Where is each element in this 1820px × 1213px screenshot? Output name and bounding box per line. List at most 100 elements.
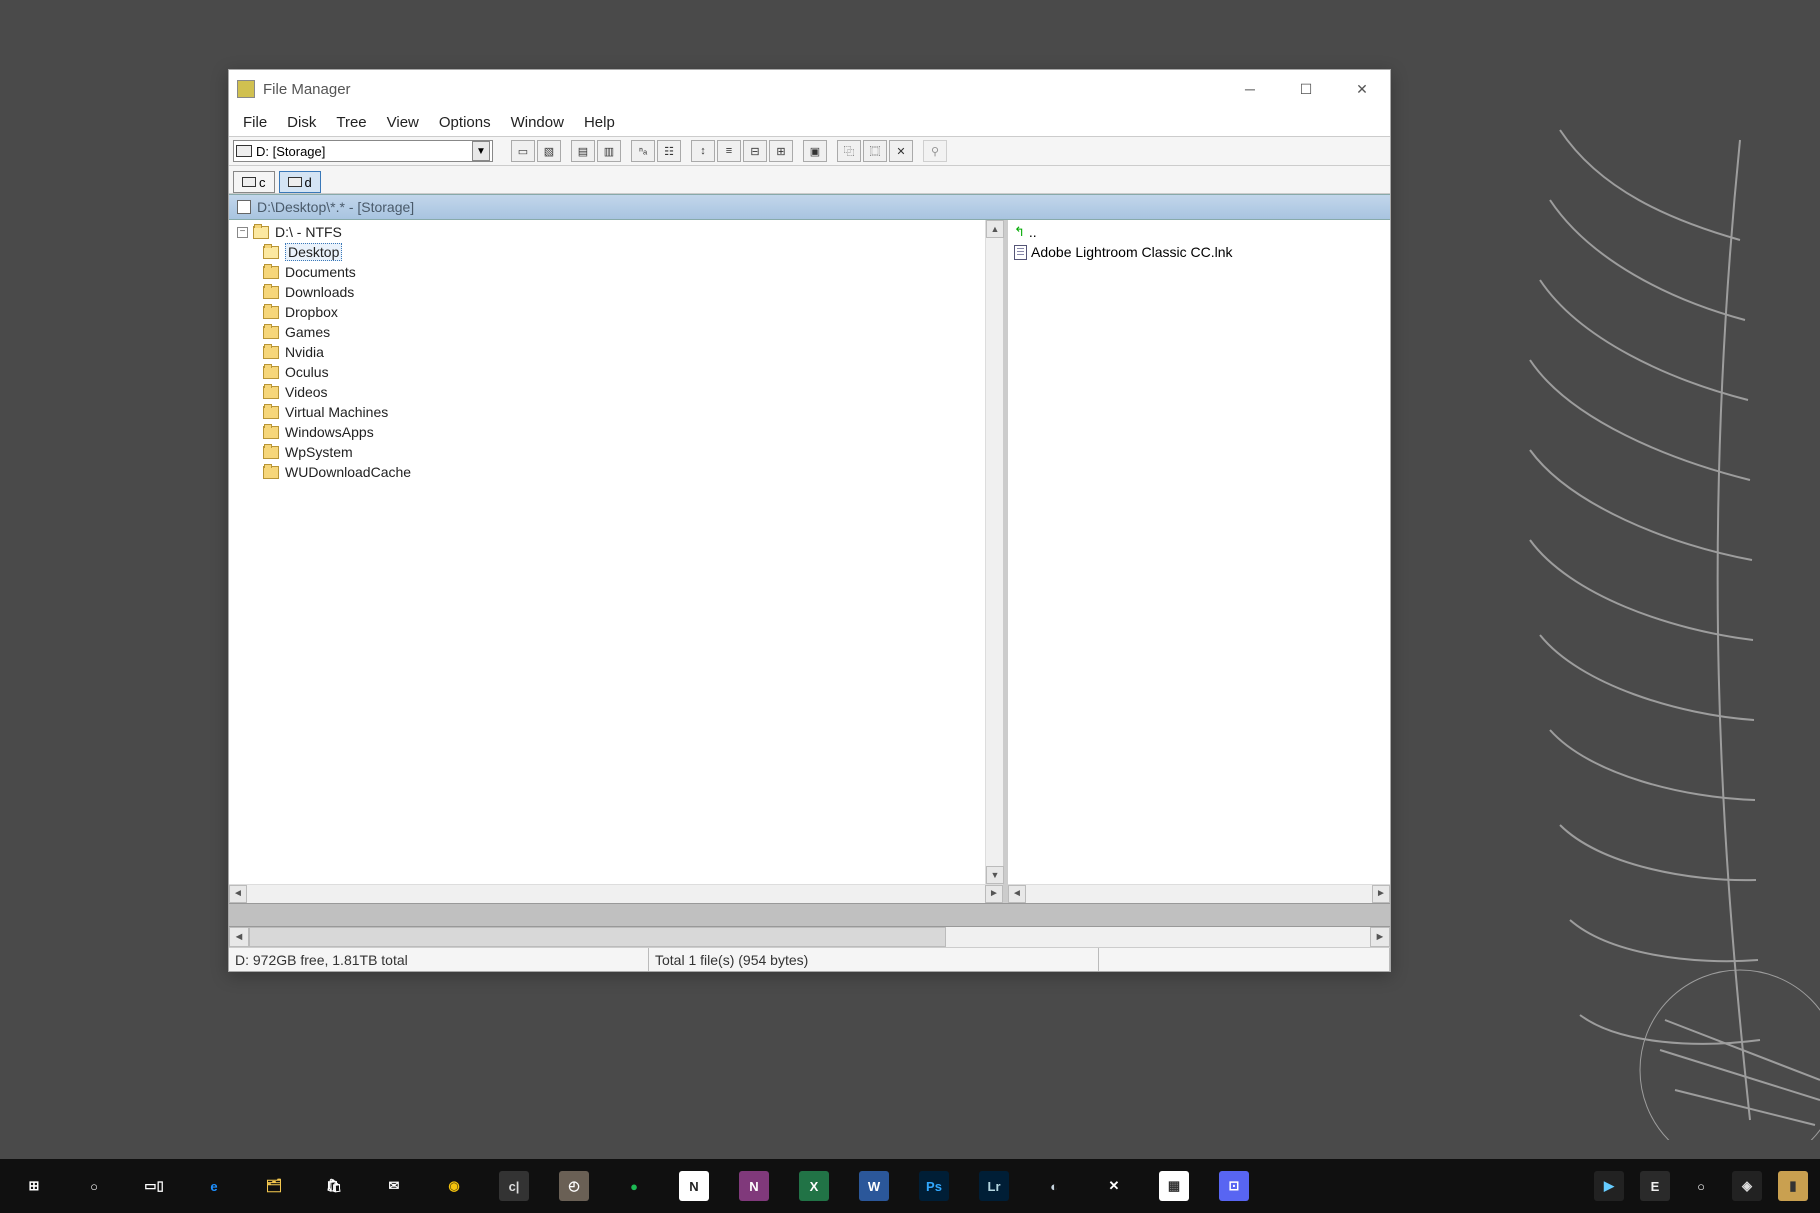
tree-vertical-scrollbar[interactable]: ▲ ▼ xyxy=(985,220,1003,884)
folder-icon xyxy=(263,366,279,379)
drive-icon xyxy=(288,177,302,187)
taskbar-onenote[interactable]: N xyxy=(724,1159,784,1213)
drive-tab-c[interactable]: c xyxy=(233,171,275,193)
taskbar-excel[interactable]: X xyxy=(784,1159,844,1213)
tool-btn-1[interactable]: ▭ xyxy=(511,140,535,162)
drive-tab-d[interactable]: d xyxy=(279,171,321,193)
taskbar-explorer[interactable]: 🗂 xyxy=(244,1159,304,1213)
menu-file[interactable]: File xyxy=(233,112,277,133)
taskbar-n-app[interactable]: N xyxy=(664,1159,724,1213)
taskbar-xbox[interactable]: ✕ xyxy=(1084,1159,1144,1213)
menu-options[interactable]: Options xyxy=(429,112,501,133)
close-button[interactable]: ✕ xyxy=(1334,70,1390,108)
tool-sort-2[interactable]: ≡ xyxy=(717,140,741,162)
taskbar-cortana[interactable]: ○ xyxy=(64,1159,124,1213)
tool-delete[interactable]: ✕ xyxy=(889,140,913,162)
tree-item[interactable]: Videos xyxy=(233,382,981,402)
file-list[interactable]: ↰ .. Adobe Lightroom Classic CC.lnk xyxy=(1008,220,1390,884)
tree-item-label: Videos xyxy=(285,384,328,400)
tree-item[interactable]: Games xyxy=(233,322,981,342)
taskbar-oculus[interactable]: ○ xyxy=(1678,1159,1724,1213)
tool-btn-4[interactable]: ▥ xyxy=(597,140,621,162)
file-up-item[interactable]: ↰ .. xyxy=(1014,222,1384,242)
tree-item[interactable]: WUDownloadCache xyxy=(233,462,981,482)
file-horizontal-scrollbar[interactable]: ◄ ► xyxy=(1008,884,1390,902)
minimize-button[interactable]: ─ xyxy=(1222,70,1278,108)
taskview-icon: ▭▯ xyxy=(139,1171,169,1201)
taskbar-sonos[interactable]: ▦ xyxy=(1144,1159,1204,1213)
tree-item[interactable]: Nvidia xyxy=(233,342,981,362)
scroll-down-icon[interactable]: ▼ xyxy=(986,866,1004,884)
start-icon: ⊞ xyxy=(19,1171,49,1201)
taskbar-steam[interactable]: ◐ xyxy=(1024,1159,1084,1213)
tool-sort-3[interactable]: ⊟ xyxy=(743,140,767,162)
taskbar-taskview[interactable]: ▭▯ xyxy=(124,1159,184,1213)
menu-window[interactable]: Window xyxy=(501,112,574,133)
tree-item[interactable]: WpSystem xyxy=(233,442,981,462)
maximize-button[interactable]: ☐ xyxy=(1278,70,1334,108)
combo-dropdown-arrow[interactable]: ▼ xyxy=(472,141,490,161)
taskbar-origin[interactable]: ▶ xyxy=(1586,1159,1632,1213)
tree-body[interactable]: − D:\ - NTFS DesktopDocuments Downloads Dr… xyxy=(229,220,985,884)
taskbar-mail[interactable]: ✉ xyxy=(364,1159,424,1213)
tree-item[interactable]: Downloads xyxy=(233,282,981,302)
mdi-child-titlebar[interactable]: D:\Desktop\*.* - [Storage] xyxy=(229,194,1390,220)
tree-expander-icon[interactable]: − xyxy=(237,227,248,238)
tool-btn-2[interactable]: ▧ xyxy=(537,140,561,162)
taskbar-photoshop[interactable]: Ps xyxy=(904,1159,964,1213)
status-files: Total 1 file(s) (954 bytes) xyxy=(649,948,1099,971)
tool-security[interactable]: ⚲ xyxy=(923,140,947,162)
folder-icon xyxy=(263,266,279,279)
main-horizontal-scrollbar[interactable]: ◄ ► xyxy=(229,927,1390,947)
tree-item-label: Downloads xyxy=(285,284,354,300)
discord-icon: ⊡ xyxy=(1219,1171,1249,1201)
tool-sort-4[interactable]: ⊞ xyxy=(769,140,793,162)
tree-horizontal-scrollbar[interactable]: ◄ ► xyxy=(229,884,1003,902)
scroll-right-icon[interactable]: ► xyxy=(985,885,1003,903)
taskbar-unity[interactable]: ◈ xyxy=(1724,1159,1770,1213)
tree-item[interactable]: Desktop xyxy=(233,242,981,262)
tool-sort-1[interactable]: ↕ xyxy=(691,140,715,162)
taskbar-edge[interactable]: e xyxy=(184,1159,244,1213)
tree-item[interactable]: WindowsApps xyxy=(233,422,981,442)
tool-view-all[interactable]: ☷ xyxy=(657,140,681,162)
scrollbar-thumb[interactable] xyxy=(249,927,946,947)
scroll-left-icon[interactable]: ◄ xyxy=(1008,885,1026,903)
taskbar-chrome[interactable]: ◉ xyxy=(424,1159,484,1213)
tree-item[interactable]: Oculus xyxy=(233,362,981,382)
taskbar-clock[interactable]: ◴ xyxy=(544,1159,604,1213)
scroll-right-icon[interactable]: ► xyxy=(1372,885,1390,903)
tree-item[interactable]: Dropbox xyxy=(233,302,981,322)
document-icon xyxy=(237,200,251,214)
taskbar-start[interactable]: ⊞ xyxy=(4,1159,64,1213)
spotify-icon: ● xyxy=(619,1171,649,1201)
taskbar-word[interactable]: W xyxy=(844,1159,904,1213)
tool-newwin[interactable]: ▣ xyxy=(803,140,827,162)
menu-view[interactable]: View xyxy=(377,112,429,133)
taskbar-tray[interactable]: ▮ xyxy=(1770,1159,1816,1213)
tool-btn-3[interactable]: ▤ xyxy=(571,140,595,162)
tree-item[interactable]: Documents xyxy=(233,262,981,282)
tool-paste[interactable]: ⿴ xyxy=(863,140,887,162)
drive-combobox[interactable]: D: [Storage] ▼ xyxy=(233,140,493,162)
scroll-left-icon[interactable]: ◄ xyxy=(229,927,249,947)
taskbar-store[interactable]: 🛍 xyxy=(304,1159,364,1213)
taskbar-spotify[interactable]: ● xyxy=(604,1159,664,1213)
taskbar-epic[interactable]: E xyxy=(1632,1159,1678,1213)
menu-help[interactable]: Help xyxy=(574,112,625,133)
taskbar-lightroom[interactable]: Lr xyxy=(964,1159,1024,1213)
taskbar-discord[interactable]: ⊡ xyxy=(1204,1159,1264,1213)
scroll-right-icon[interactable]: ► xyxy=(1370,927,1390,947)
scroll-left-icon[interactable]: ◄ xyxy=(229,885,247,903)
taskbar-cmd[interactable]: c| xyxy=(484,1159,544,1213)
menu-tree[interactable]: Tree xyxy=(326,112,376,133)
tree-item[interactable]: Virtual Machines xyxy=(233,402,981,422)
scroll-up-icon[interactable]: ▲ xyxy=(986,220,1004,238)
menu-disk[interactable]: Disk xyxy=(277,112,326,133)
tool-copy[interactable]: ⿻ xyxy=(837,140,861,162)
tree-root-item[interactable]: − D:\ - NTFS xyxy=(233,222,981,242)
file-item[interactable]: Adobe Lightroom Classic CC.lnk xyxy=(1014,242,1384,262)
tool-view-name[interactable]: ⁿₐ xyxy=(631,140,655,162)
titlebar[interactable]: File Manager ─ ☐ ✕ xyxy=(229,70,1390,108)
drive-icon xyxy=(236,145,252,157)
